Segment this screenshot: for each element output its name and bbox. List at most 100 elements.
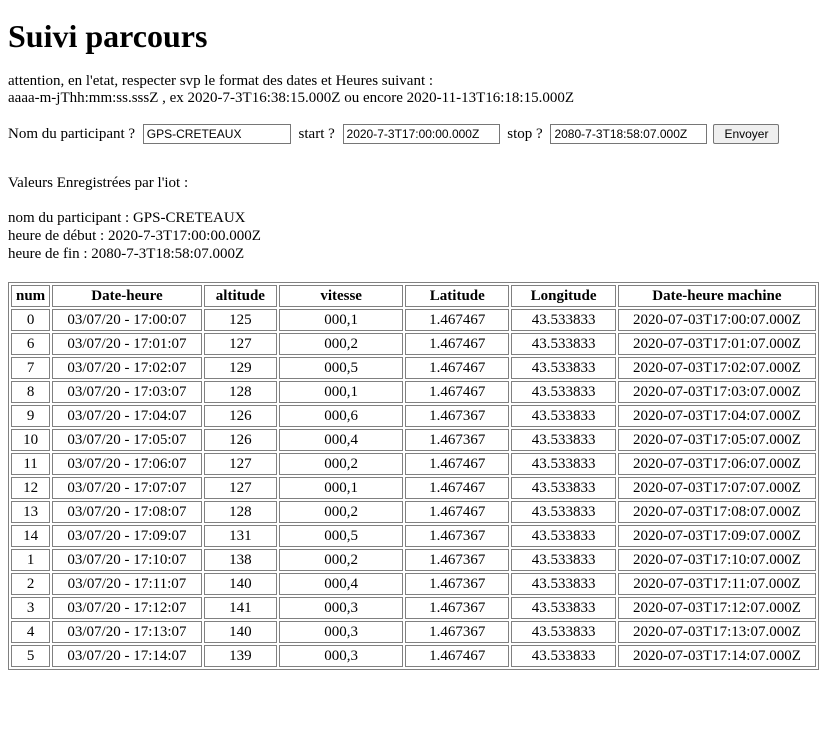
summary-participant: nom du participant : GPS-CRETEAUX [8, 210, 246, 226]
cell-latitude: 1.467467 [405, 501, 510, 523]
cell-altitude: 139 [203, 645, 278, 667]
cell-altitude: 131 [203, 525, 278, 547]
table-row: 2 03/07/20 - 17:11:07 140 000,4 1.467367 43.5… [11, 573, 816, 595]
cell-altitude: 128 [203, 381, 278, 403]
summary: nom du participant : GPS-CRETEAUX heure … [8, 209, 819, 263]
cell-latitude: 1.467467 [405, 309, 510, 331]
table-row: 10 03/07/20 - 17:05:07 126 000,4 1.467367 43.… [11, 429, 816, 451]
cell-date-heure: 03/07/20 - 17:14:07 [52, 645, 202, 667]
cell-vitesse: 000,1 [279, 381, 404, 403]
header-num: num [11, 285, 51, 307]
cell-altitude: 127 [203, 333, 278, 355]
submit-button[interactable]: Envoyer [713, 124, 780, 144]
cell-date-heure-machine: 2020-07-03T17:11:07.000Z [617, 573, 816, 595]
header-date-heure: Date-heure [52, 285, 202, 307]
cell-num: 9 [11, 405, 51, 427]
table-row: 7 03/07/20 - 17:02:07 129 000,5 1.467467 43.5… [11, 357, 816, 379]
cell-vitesse: 000,3 [279, 645, 404, 667]
header-latitude: Latitude [405, 285, 510, 307]
cell-longitude: 43.533833 [511, 333, 616, 355]
cell-vitesse: 000,3 [279, 621, 404, 643]
cell-longitude: 43.533833 [511, 453, 616, 475]
cell-date-heure: 03/07/20 - 17:08:07 [52, 501, 202, 523]
filter-form: Nom du participant ? start ? stop ? Envo… [8, 122, 819, 146]
cell-longitude: 43.533833 [511, 645, 616, 667]
cell-altitude: 125 [203, 309, 278, 331]
cell-vitesse: 000,4 [279, 573, 404, 595]
page-title: Suivi parcours [8, 18, 208, 54]
table-row: 11 03/07/20 - 17:06:07 127 000,2 1.467467 43.… [11, 453, 816, 475]
cell-longitude: 43.533833 [511, 309, 616, 331]
cell-altitude: 127 [203, 453, 278, 475]
cell-num: 13 [11, 501, 51, 523]
cell-longitude: 43.533833 [511, 525, 616, 547]
table-row: 5 03/07/20 - 17:14:07 139 000,3 1.467467 43.5… [11, 645, 816, 667]
cell-date-heure-machine: 2020-07-03T17:13:07.000Z [617, 621, 816, 643]
header-altitude: altitude [203, 285, 278, 307]
cell-longitude: 43.533833 [511, 501, 616, 523]
cell-latitude: 1.467467 [405, 477, 510, 499]
cell-latitude: 1.467367 [405, 549, 510, 571]
cell-date-heure-machine: 2020-07-03T17:08:07.000Z [617, 501, 816, 523]
stop-input[interactable] [550, 124, 708, 144]
cell-latitude: 1.467367 [405, 429, 510, 451]
cell-vitesse: 000,1 [279, 309, 404, 331]
cell-altitude: 126 [203, 429, 278, 451]
cell-date-heure-machine: 2020-07-03T17:07:07.000Z [617, 477, 816, 499]
cell-longitude: 43.533833 [511, 429, 616, 451]
table-body: 0 03/07/20 - 17:00:07 125 000,1 1.467467 43.5… [11, 309, 816, 667]
cell-vitesse: 000,2 [279, 453, 404, 475]
cell-latitude: 1.467367 [405, 405, 510, 427]
cell-altitude: 140 [203, 573, 278, 595]
table-row: 12 03/07/20 - 17:07:07 127 000,1 1.467467 43.… [11, 477, 816, 499]
cell-longitude: 43.533833 [511, 477, 616, 499]
cell-latitude: 1.467367 [405, 621, 510, 643]
cell-longitude: 43.533833 [511, 597, 616, 619]
cell-date-heure: 03/07/20 - 17:12:07 [52, 597, 202, 619]
participant-label: Nom du participant ? [8, 125, 139, 142]
cell-num: 5 [11, 645, 51, 667]
cell-vitesse: 000,2 [279, 549, 404, 571]
table-row: 8 03/07/20 - 17:03:07 128 000,1 1.467467 43.5… [11, 381, 816, 403]
header-vitesse: vitesse [279, 285, 404, 307]
notice-line-2: aaaa-m-jThh:mm:ss.sssZ , ex 2020-7-3T16:… [8, 90, 575, 106]
start-input[interactable] [342, 124, 500, 144]
stop-label: stop ? [503, 125, 547, 142]
cell-vitesse: 000,2 [279, 333, 404, 355]
cell-latitude: 1.467367 [405, 525, 510, 547]
cell-date-heure-machine: 2020-07-03T17:01:07.000Z [617, 333, 816, 355]
cell-latitude: 1.467467 [405, 357, 510, 379]
cell-longitude: 43.533833 [511, 621, 616, 643]
cell-date-heure-machine: 2020-07-03T17:10:07.000Z [617, 549, 816, 571]
notice-line-1: attention, en l'etat, respecter svp le f… [8, 73, 434, 89]
cell-num: 1 [11, 549, 51, 571]
cell-altitude: 126 [203, 405, 278, 427]
summary-start: heure de début : 2020-7-3T17:00:00.000Z [8, 228, 261, 244]
cell-date-heure: 03/07/20 - 17:03:07 [52, 381, 202, 403]
cell-date-heure-machine: 2020-07-03T17:14:07.000Z [617, 645, 816, 667]
cell-num: 6 [11, 333, 51, 355]
cell-altitude: 129 [203, 357, 278, 379]
participant-input[interactable] [142, 124, 291, 144]
cell-vitesse: 000,5 [279, 525, 404, 547]
table-row: 4 03/07/20 - 17:13:07 140 000,3 1.467367 43.5… [11, 621, 816, 643]
cell-longitude: 43.533833 [511, 549, 616, 571]
cell-latitude: 1.467467 [405, 381, 510, 403]
cell-altitude: 127 [203, 477, 278, 499]
cell-num: 2 [11, 573, 51, 595]
cell-date-heure-machine: 2020-07-03T17:05:07.000Z [617, 429, 816, 451]
cell-latitude: 1.467367 [405, 573, 510, 595]
cell-vitesse: 000,6 [279, 405, 404, 427]
cell-latitude: 1.467467 [405, 333, 510, 355]
cell-latitude: 1.467467 [405, 453, 510, 475]
cell-date-heure-machine: 2020-07-03T17:09:07.000Z [617, 525, 816, 547]
cell-altitude: 128 [203, 501, 278, 523]
cell-date-heure-machine: 2020-07-03T17:04:07.000Z [617, 405, 816, 427]
cell-date-heure: 03/07/20 - 17:07:07 [52, 477, 202, 499]
cell-vitesse: 000,1 [279, 477, 404, 499]
table-row: 1 03/07/20 - 17:10:07 138 000,2 1.467367 43.5… [11, 549, 816, 571]
table-row: 9 03/07/20 - 17:04:07 126 000,6 1.467367 43.5… [11, 405, 816, 427]
cell-latitude: 1.467467 [405, 645, 510, 667]
cell-date-heure: 03/07/20 - 17:13:07 [52, 621, 202, 643]
cell-date-heure-machine: 2020-07-03T17:02:07.000Z [617, 357, 816, 379]
